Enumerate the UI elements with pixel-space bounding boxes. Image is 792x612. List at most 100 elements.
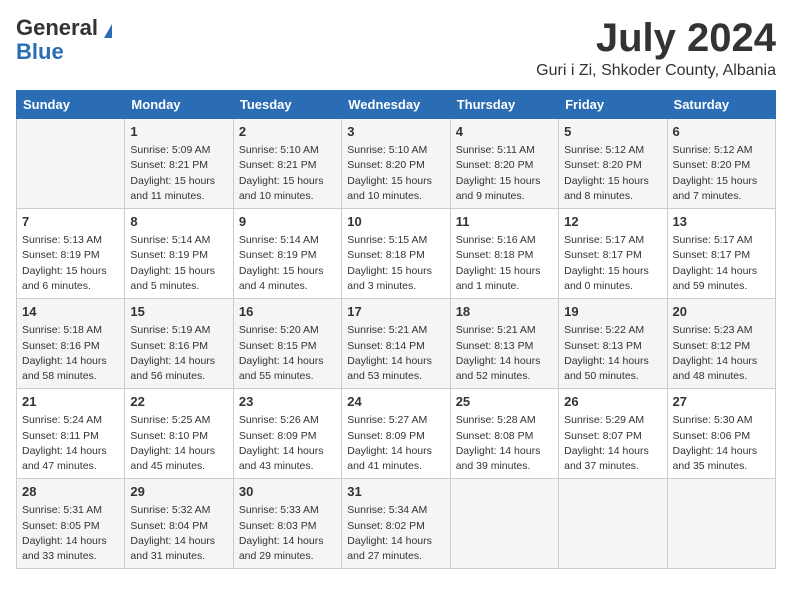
day-number: 7 xyxy=(22,213,119,231)
day-info: Sunrise: 5:15 AMSunset: 8:18 PMDaylight:… xyxy=(347,233,444,294)
day-cell: 23 Sunrise: 5:26 AMSunset: 8:09 PMDayligh… xyxy=(233,389,341,479)
day-cell: 26 Sunrise: 5:29 AMSunset: 8:07 PMDayligh… xyxy=(559,389,667,479)
day-number: 26 xyxy=(564,393,661,411)
day-cell: 30 Sunrise: 5:33 AMSunset: 8:03 PMDayligh… xyxy=(233,479,341,569)
title-section: July 2024 Guri i Zi, Shkoder County, Alb… xyxy=(536,16,776,80)
day-info: Sunrise: 5:09 AMSunset: 8:21 PMDaylight:… xyxy=(130,143,227,204)
day-info: Sunrise: 5:13 AMSunset: 8:19 PMDaylight:… xyxy=(22,233,119,294)
col-header-monday: Monday xyxy=(125,91,233,119)
day-cell xyxy=(559,479,667,569)
day-cell: 8 Sunrise: 5:14 AMSunset: 8:19 PMDaylight… xyxy=(125,209,233,299)
day-number: 13 xyxy=(673,213,770,231)
day-info: Sunrise: 5:34 AMSunset: 8:02 PMDaylight:… xyxy=(347,503,444,564)
day-cell: 22 Sunrise: 5:25 AMSunset: 8:10 PMDayligh… xyxy=(125,389,233,479)
day-info: Sunrise: 5:28 AMSunset: 8:08 PMDaylight:… xyxy=(456,413,553,474)
day-cell: 17Sunrise: 5:21 AMSunset: 8:14 PMDayligh… xyxy=(342,299,450,389)
day-number: 25 xyxy=(456,393,553,411)
day-number: 30 xyxy=(239,483,336,501)
day-cell: 20 Sunrise: 5:23 AMSunset: 8:12 PMDayligh… xyxy=(667,299,775,389)
header-row: SundayMondayTuesdayWednesdayThursdayFrid… xyxy=(17,91,776,119)
day-number: 10 xyxy=(347,213,444,231)
day-number: 28 xyxy=(22,483,119,501)
day-cell xyxy=(450,479,558,569)
day-cell: 19Sunrise: 5:22 AMSunset: 8:13 PMDayligh… xyxy=(559,299,667,389)
day-info: Sunrise: 5:31 AMSunset: 8:05 PMDaylight:… xyxy=(22,503,119,564)
day-info: Sunrise: 5:30 AMSunset: 8:06 PMDaylight:… xyxy=(673,413,770,474)
day-info: Sunrise: 5:24 AMSunset: 8:11 PMDaylight:… xyxy=(22,413,119,474)
day-cell: 13 Sunrise: 5:17 AMSunset: 8:17 PMDayligh… xyxy=(667,209,775,299)
day-info: Sunrise: 5:11 AMSunset: 8:20 PMDaylight:… xyxy=(456,143,553,204)
day-number: 8 xyxy=(130,213,227,231)
day-number: 15 xyxy=(130,303,227,321)
day-number: 18 xyxy=(456,303,553,321)
day-info: Sunrise: 5:10 AMSunset: 8:20 PMDaylight:… xyxy=(347,143,444,204)
day-cell: 16Sunrise: 5:20 AMSunset: 8:15 PMDayligh… xyxy=(233,299,341,389)
day-info: Sunrise: 5:14 AMSunset: 8:19 PMDaylight:… xyxy=(239,233,336,294)
day-cell: 24 Sunrise: 5:27 AMSunset: 8:09 PMDayligh… xyxy=(342,389,450,479)
day-cell: 10 Sunrise: 5:15 AMSunset: 8:18 PMDayligh… xyxy=(342,209,450,299)
col-header-wednesday: Wednesday xyxy=(342,91,450,119)
week-row-2: 7 Sunrise: 5:13 AMSunset: 8:19 PMDaylight… xyxy=(17,209,776,299)
day-info: Sunrise: 5:17 AMSunset: 8:17 PMDaylight:… xyxy=(673,233,770,294)
day-cell: 9 Sunrise: 5:14 AMSunset: 8:19 PMDaylight… xyxy=(233,209,341,299)
day-cell: 1 Sunrise: 5:09 AMSunset: 8:21 PMDaylight… xyxy=(125,119,233,209)
day-cell: 14Sunrise: 5:18 AMSunset: 8:16 PMDayligh… xyxy=(17,299,125,389)
day-cell: 25 Sunrise: 5:28 AMSunset: 8:08 PMDayligh… xyxy=(450,389,558,479)
day-info: Sunrise: 5:29 AMSunset: 8:07 PMDaylight:… xyxy=(564,413,661,474)
day-number: 9 xyxy=(239,213,336,231)
day-info: Sunrise: 5:23 AMSunset: 8:12 PMDaylight:… xyxy=(673,323,770,384)
day-number: 23 xyxy=(239,393,336,411)
day-cell: 4 Sunrise: 5:11 AMSunset: 8:20 PMDaylight… xyxy=(450,119,558,209)
day-number: 29 xyxy=(130,483,227,501)
col-header-sunday: Sunday xyxy=(17,91,125,119)
day-info: Sunrise: 5:19 AMSunset: 8:16 PMDaylight:… xyxy=(130,323,227,384)
day-info: Sunrise: 5:33 AMSunset: 8:03 PMDaylight:… xyxy=(239,503,336,564)
day-cell: 3 Sunrise: 5:10 AMSunset: 8:20 PMDaylight… xyxy=(342,119,450,209)
logo-general: General xyxy=(16,16,112,40)
day-number: 22 xyxy=(130,393,227,411)
day-info: Sunrise: 5:17 AMSunset: 8:17 PMDaylight:… xyxy=(564,233,661,294)
day-number: 4 xyxy=(456,123,553,141)
day-number: 3 xyxy=(347,123,444,141)
day-number: 24 xyxy=(347,393,444,411)
day-info: Sunrise: 5:27 AMSunset: 8:09 PMDaylight:… xyxy=(347,413,444,474)
day-info: Sunrise: 5:10 AMSunset: 8:21 PMDaylight:… xyxy=(239,143,336,204)
col-header-thursday: Thursday xyxy=(450,91,558,119)
day-cell: 5 Sunrise: 5:12 AMSunset: 8:20 PMDaylight… xyxy=(559,119,667,209)
day-number: 20 xyxy=(673,303,770,321)
day-cell: 28 Sunrise: 5:31 AMSunset: 8:05 PMDayligh… xyxy=(17,479,125,569)
week-row-1: 1 Sunrise: 5:09 AMSunset: 8:21 PMDaylight… xyxy=(17,119,776,209)
day-cell: 29Sunrise: 5:32 AMSunset: 8:04 PMDayligh… xyxy=(125,479,233,569)
day-number: 11 xyxy=(456,213,553,231)
day-number: 5 xyxy=(564,123,661,141)
col-header-tuesday: Tuesday xyxy=(233,91,341,119)
logo-blue: Blue xyxy=(16,40,112,64)
logo: General Blue xyxy=(16,16,112,64)
day-cell: 7 Sunrise: 5:13 AMSunset: 8:19 PMDaylight… xyxy=(17,209,125,299)
day-number: 6 xyxy=(673,123,770,141)
day-number: 14 xyxy=(22,303,119,321)
day-cell: 6 Sunrise: 5:12 AMSunset: 8:20 PMDaylight… xyxy=(667,119,775,209)
week-row-4: 21 Sunrise: 5:24 AMSunset: 8:11 PMDayligh… xyxy=(17,389,776,479)
day-cell: 18Sunrise: 5:21 AMSunset: 8:13 PMDayligh… xyxy=(450,299,558,389)
day-info: Sunrise: 5:14 AMSunset: 8:19 PMDaylight:… xyxy=(130,233,227,294)
logo-triangle-icon xyxy=(104,24,112,38)
day-info: Sunrise: 5:26 AMSunset: 8:09 PMDaylight:… xyxy=(239,413,336,474)
day-number: 21 xyxy=(22,393,119,411)
day-cell xyxy=(667,479,775,569)
week-row-3: 14Sunrise: 5:18 AMSunset: 8:16 PMDayligh… xyxy=(17,299,776,389)
day-info: Sunrise: 5:12 AMSunset: 8:20 PMDaylight:… xyxy=(673,143,770,204)
day-cell: 12 Sunrise: 5:17 AMSunset: 8:17 PMDayligh… xyxy=(559,209,667,299)
day-number: 12 xyxy=(564,213,661,231)
day-cell: 21 Sunrise: 5:24 AMSunset: 8:11 PMDayligh… xyxy=(17,389,125,479)
col-header-friday: Friday xyxy=(559,91,667,119)
day-number: 1 xyxy=(130,123,227,141)
day-cell xyxy=(17,119,125,209)
day-info: Sunrise: 5:25 AMSunset: 8:10 PMDaylight:… xyxy=(130,413,227,474)
day-number: 19 xyxy=(564,303,661,321)
day-number: 17 xyxy=(347,303,444,321)
day-cell: 15 Sunrise: 5:19 AMSunset: 8:16 PMDayligh… xyxy=(125,299,233,389)
day-cell: 31Sunrise: 5:34 AMSunset: 8:02 PMDayligh… xyxy=(342,479,450,569)
day-info: Sunrise: 5:12 AMSunset: 8:20 PMDaylight:… xyxy=(564,143,661,204)
calendar-table: SundayMondayTuesdayWednesdayThursdayFrid… xyxy=(16,90,776,569)
